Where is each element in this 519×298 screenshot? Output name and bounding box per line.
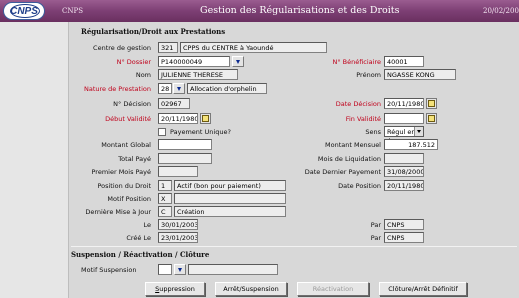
suppression-label: uppression xyxy=(159,285,195,293)
decision-field[interactable]: 02967 xyxy=(158,98,190,109)
montant-mensuel-label: Montant Mensuel xyxy=(324,141,381,149)
motif-position-code-field[interactable]: X xyxy=(158,193,172,204)
date-decision-calendar-icon[interactable] xyxy=(426,98,437,109)
position-value-field[interactable]: Actif (bon pour paiement) xyxy=(174,180,286,191)
total-paye-label: Total Payé xyxy=(118,155,151,163)
motif-suspension-code-field[interactable] xyxy=(158,264,172,275)
section-title-suspension: Suspension / Réactivation / Clôture xyxy=(71,250,210,259)
par2-field[interactable]: CNPS xyxy=(384,232,424,243)
montant-global-label: Montant Global xyxy=(101,141,151,149)
nom-field[interactable]: JULIENNE THERESE xyxy=(158,69,238,80)
sens-select[interactable]: Régul en + xyxy=(384,126,424,144)
dossier-label: N° Dossier xyxy=(116,58,151,66)
par1-field[interactable]: CNPS xyxy=(384,219,424,230)
prenom-label: Prénom xyxy=(356,71,381,79)
suppression-button[interactable]: Suppression xyxy=(145,282,205,296)
sens-label: Sens xyxy=(365,128,381,136)
date-dernier-field[interactable]: 31/08/2000 xyxy=(384,166,424,177)
mois-liquidation-field[interactable] xyxy=(384,153,424,164)
mois-liquidation-label: Mois de Liquidation xyxy=(317,155,381,163)
centre-name-field[interactable]: CPPS du CENTRE à Yaoundé xyxy=(180,42,327,53)
window-title: Gestion des Régularisations et des Droit… xyxy=(200,5,400,16)
chevron-down-icon xyxy=(414,127,423,136)
fin-label: Fin Validité xyxy=(345,115,381,123)
motif-suspension-label: Motif Suspension xyxy=(81,266,137,274)
section-divider xyxy=(71,246,517,247)
cnps-logo: CNPS xyxy=(3,2,45,20)
le-field[interactable]: 30/01/2003 xyxy=(158,219,198,230)
motif-position-label: Motif Position xyxy=(107,195,151,203)
maj-label: Dernière Mise à Jour xyxy=(85,208,151,216)
fin-field[interactable] xyxy=(384,113,424,124)
left-strip xyxy=(0,22,68,298)
reactivation-button[interactable]: Réactivation xyxy=(297,282,369,296)
section-title-regularisation: Régularisation/Droit aux Prestations xyxy=(81,27,226,36)
centre-code-field[interactable]: 321 xyxy=(158,42,178,53)
montant-mensuel-field[interactable]: 187.512 xyxy=(384,139,438,150)
date-position-label: Date Position xyxy=(338,182,381,190)
par2-label: Par xyxy=(370,234,381,242)
fin-calendar-icon[interactable] xyxy=(426,113,437,124)
beneficiaire-field[interactable]: 40001 xyxy=(384,56,424,67)
nature-label: Nature de Prestation xyxy=(83,85,151,93)
cloture-button[interactable]: Clôture/Arrêt Définitif xyxy=(379,282,467,296)
nature-code-field[interactable]: 28 xyxy=(158,83,172,94)
main-panel: Régularisation/Droit aux Prestations Cen… xyxy=(68,22,519,298)
par1-label: Par xyxy=(370,221,381,229)
cree-label: Créé Le xyxy=(126,234,151,242)
beneficiaire-label: N° Bénéficiaire xyxy=(332,58,381,66)
logo-text: CNPS xyxy=(10,6,38,17)
premier-mois-label: Premier Mois Payé xyxy=(91,168,151,176)
date-dernier-label: Date Dernier Payement xyxy=(304,168,381,176)
date-decision-field[interactable]: 20/11/1980 xyxy=(384,98,424,109)
payement-unique-checkbox[interactable] xyxy=(158,128,166,136)
maj-value-field[interactable]: Création xyxy=(174,206,286,217)
dossier-lookup-button[interactable] xyxy=(232,56,244,67)
payement-unique-label: Payement Unique? xyxy=(170,128,231,136)
arret-suspension-button[interactable]: Arrêt/Suspension xyxy=(215,282,287,296)
debut-label: Début Validité xyxy=(105,115,151,123)
title-date: 20/02/200 xyxy=(483,7,519,15)
position-code-field[interactable]: 1 xyxy=(158,180,172,191)
position-label: Position du Droit xyxy=(97,182,151,190)
dropdown-arrow-icon xyxy=(236,59,240,64)
date-position-field[interactable]: 20/11/1980 xyxy=(384,180,424,191)
motif-suspension-value-field[interactable] xyxy=(188,264,278,275)
decision-label: N° Décision xyxy=(113,100,151,108)
prenom-field[interactable]: NGASSE KONG xyxy=(384,69,456,80)
nature-lookup-button[interactable] xyxy=(173,83,185,94)
maj-code-field[interactable]: C xyxy=(158,206,172,217)
total-paye-field[interactable] xyxy=(158,153,212,164)
cree-field[interactable]: 23/01/2003 xyxy=(158,232,198,243)
premier-mois-field[interactable] xyxy=(158,166,198,177)
date-decision-label: Date Décision xyxy=(335,100,381,108)
montant-global-field[interactable] xyxy=(158,139,212,150)
motif-suspension-lookup-button[interactable] xyxy=(174,264,186,275)
debut-field[interactable]: 20/11/1980 xyxy=(158,113,198,124)
title-bar: CNPS CNPS Gestion des Régularisations et… xyxy=(0,0,519,22)
nature-value-field[interactable]: Allocation d'orphelin xyxy=(187,83,267,94)
centre-label: Centre de gestion xyxy=(93,44,151,52)
debut-calendar-icon[interactable] xyxy=(200,113,211,124)
nom-label: Nom xyxy=(135,71,151,79)
motif-position-value-field[interactable] xyxy=(174,193,286,204)
dossier-field[interactable]: P140000049 xyxy=(158,56,230,67)
le-label: Le xyxy=(143,221,151,229)
dropdown-arrow-icon xyxy=(177,86,181,91)
app-name: CNPS xyxy=(62,7,83,15)
dropdown-arrow-icon xyxy=(178,267,182,272)
